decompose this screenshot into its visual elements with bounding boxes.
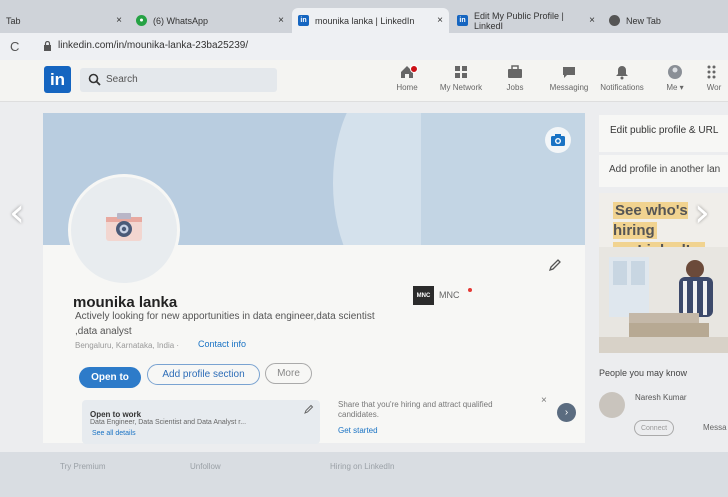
- nav-jobs[interactable]: Jobs: [487, 64, 543, 92]
- next-arrow-button[interactable]: ›: [557, 403, 576, 422]
- open-to-work-title: Open to work: [90, 410, 142, 419]
- nav-label: Home: [396, 83, 418, 92]
- close-icon[interactable]: ×: [116, 15, 122, 26]
- next-arrow-icon[interactable]: ›: [694, 190, 710, 236]
- nav-work[interactable]: Wor: [700, 64, 728, 92]
- search-icon: [88, 73, 101, 86]
- person-name[interactable]: Naresh Kumar: [635, 393, 687, 402]
- linkedin-navbar: in Search Home My Network Jobs Messaging…: [0, 60, 728, 102]
- edit-open-to-work-pencil-icon[interactable]: [304, 404, 314, 414]
- people-you-may-know-card: People you may know Naresh Kumar Connect…: [599, 360, 728, 450]
- add-profile-section-button[interactable]: Add profile section: [147, 364, 260, 385]
- tab-edit-public-profile[interactable]: in Edit My Public Profile | LinkedI ×: [451, 8, 601, 33]
- close-icon[interactable]: ×: [541, 395, 547, 406]
- nav-label: My Network: [439, 83, 483, 92]
- linkedin-logo[interactable]: in: [44, 66, 71, 93]
- search-input[interactable]: Search: [80, 68, 277, 92]
- nav-me[interactable]: Me ▾: [647, 64, 703, 92]
- whatsapp-icon: ●: [136, 15, 147, 26]
- connect-button[interactable]: Connect: [634, 420, 674, 436]
- share-hiring-card: Share that you're hiring and attract qua…: [330, 395, 580, 441]
- nav-messaging[interactable]: Messaging: [541, 64, 597, 92]
- close-icon[interactable]: ×: [437, 15, 443, 26]
- get-started-link[interactable]: Get started: [338, 426, 378, 435]
- open-to-work-roles: Data Engineer, Data Scientist and Data A…: [90, 419, 247, 426]
- share-hiring-text: Share that you're hiring and attract qua…: [338, 400, 493, 419]
- bottom-strip-item: Hiring on LinkedIn: [330, 462, 395, 471]
- reload-icon[interactable]: C: [10, 39, 19, 54]
- camera-icon: [551, 134, 565, 146]
- chrome-icon: [609, 15, 620, 26]
- jobs-icon: [508, 65, 522, 78]
- avatar-icon: [668, 65, 682, 79]
- ad-image: [599, 247, 728, 353]
- more-button[interactable]: More: [265, 363, 312, 384]
- people-you-may-know-title: People you may know: [599, 368, 688, 378]
- nav-home[interactable]: Home: [379, 64, 435, 92]
- tab-label: Tab: [6, 15, 21, 26]
- edit-background-button[interactable]: [545, 127, 571, 153]
- linkedin-icon: in: [457, 15, 468, 26]
- linkedin-icon: in: [298, 15, 309, 26]
- grid-icon: [707, 65, 716, 79]
- nav-label: Jobs: [506, 83, 524, 92]
- add-language-profile-card[interactable]: Add profile in another lan: [599, 155, 728, 187]
- tab-whatsapp[interactable]: ● (6) WhatsApp ×: [130, 8, 290, 33]
- person-at-window-image: [599, 257, 728, 353]
- address-bar: C linkedin.com/in/mounika-lanka-23ba2523…: [0, 33, 728, 60]
- tab-label: Edit My Public Profile | LinkedI: [474, 10, 564, 31]
- bottom-strip-item: Unfollow: [190, 462, 221, 471]
- bottom-strip: Try Premium Unfollow Hiring on LinkedIn: [0, 452, 728, 497]
- open-to-work-card[interactable]: Open to work Data Engineer, Data Scienti…: [82, 400, 320, 444]
- tab-label: (6) WhatsApp: [153, 15, 209, 26]
- add-photo-camera-icon[interactable]: [104, 211, 144, 243]
- nav-label: Notifications: [600, 83, 644, 92]
- tab-linkedin-profile[interactable]: in mounika lanka | LinkedIn ×: [292, 8, 449, 33]
- nav-my-network[interactable]: My Network: [433, 64, 489, 92]
- see-all-details-link[interactable]: See all details: [92, 430, 136, 437]
- contact-info-link[interactable]: Contact info: [198, 339, 246, 349]
- url-field[interactable]: linkedin.com/in/mounika-lanka-23ba25239/: [58, 40, 248, 51]
- add-language-profile-link[interactable]: Add profile in another lan: [609, 164, 720, 175]
- nav-label: Wor: [706, 83, 722, 92]
- close-icon[interactable]: ×: [589, 15, 595, 26]
- bell-icon: [616, 66, 628, 80]
- nav-label: Messaging: [549, 83, 589, 92]
- search-placeholder: Search: [106, 74, 138, 85]
- tab-new-tab-left[interactable]: Tab ×: [0, 8, 128, 33]
- open-to-button[interactable]: Open to: [79, 367, 141, 388]
- red-dot-marker: [468, 288, 472, 292]
- messaging-icon: [563, 67, 575, 78]
- company-name[interactable]: MNC: [439, 290, 460, 300]
- lock-icon[interactable]: [43, 41, 52, 51]
- tab-label: New Tab: [626, 15, 661, 26]
- profile-headline: Actively looking for new apportunities i…: [75, 311, 375, 337]
- edit-intro-pencil-icon[interactable]: [548, 258, 562, 272]
- nav-notifications[interactable]: Notifications: [594, 64, 650, 92]
- profile-location: Bengaluru, Karnataka, India ·: [75, 341, 180, 350]
- person-avatar[interactable]: [599, 392, 625, 418]
- network-icon: [455, 66, 467, 78]
- previous-arrow-icon[interactable]: ‹: [9, 190, 25, 236]
- nav-label: Me ▾: [666, 83, 684, 92]
- notification-badge: [410, 65, 418, 73]
- company-logo[interactable]: MNC: [413, 286, 434, 305]
- close-icon[interactable]: ×: [278, 15, 284, 26]
- message-button[interactable]: Messa: [703, 423, 727, 432]
- edit-public-profile-link[interactable]: Edit public profile & URL: [610, 125, 718, 136]
- tab-new-tab[interactable]: New Tab: [603, 8, 713, 33]
- browser-tab-strip: Tab × ● (6) WhatsApp × in mounika lanka …: [0, 0, 728, 33]
- edit-public-profile-card[interactable]: Edit public profile & URL: [599, 115, 728, 152]
- bottom-strip-item: Try Premium: [60, 462, 106, 471]
- ad-line-1: See who's hiring: [613, 202, 688, 239]
- tab-label: mounika lanka | LinkedIn: [315, 15, 415, 26]
